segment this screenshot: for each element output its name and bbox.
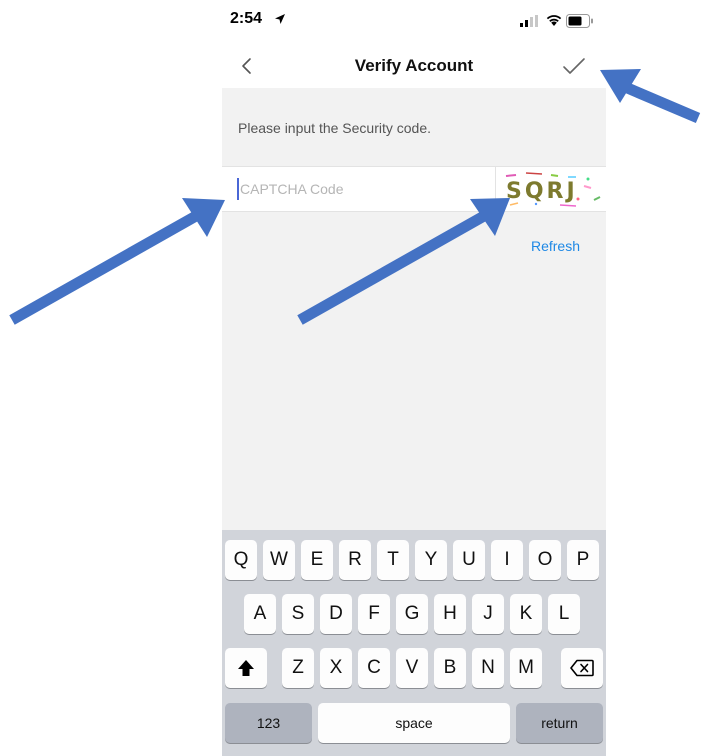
key-b[interactable]: B: [434, 648, 466, 688]
captcha-row: SQRJ: [222, 166, 606, 212]
key-e[interactable]: E: [301, 540, 333, 580]
key-v[interactable]: V: [396, 648, 428, 688]
wifi-icon: [546, 15, 562, 26]
key-l[interactable]: L: [548, 594, 580, 634]
signal-icon: [520, 15, 538, 27]
backspace-icon: [570, 659, 594, 677]
space-key[interactable]: space: [318, 703, 510, 743]
key-w[interactable]: W: [263, 540, 295, 580]
key-p[interactable]: P: [567, 540, 599, 580]
annotation-arrow-confirm: [600, 69, 701, 124]
battery-icon: [566, 14, 593, 28]
key-a[interactable]: A: [244, 594, 276, 634]
key-n[interactable]: N: [472, 648, 504, 688]
annotation-arrow-input: [9, 198, 225, 325]
confirm-button[interactable]: [562, 54, 586, 78]
key-f[interactable]: F: [358, 594, 390, 634]
checkmark-icon: [563, 58, 585, 74]
key-x[interactable]: X: [320, 648, 352, 688]
key-q[interactable]: Q: [225, 540, 257, 580]
phone-screen: 2:54 Verify Account Please input the Sec…: [222, 0, 606, 756]
status-time: 2:54: [230, 10, 263, 27]
key-g[interactable]: G: [396, 594, 428, 634]
key-j[interactable]: J: [472, 594, 504, 634]
delete-key[interactable]: [561, 648, 603, 688]
key-k[interactable]: K: [510, 594, 542, 634]
text-cursor: [237, 178, 239, 200]
key-u[interactable]: U: [453, 540, 485, 580]
key-r[interactable]: R: [339, 540, 371, 580]
key-o[interactable]: O: [529, 540, 561, 580]
captcha-image[interactable]: SQRJ: [495, 167, 606, 211]
page-title: Verify Account: [354, 56, 474, 75]
instruction-text: Please input the Security code.: [238, 120, 432, 136]
return-key[interactable]: return: [516, 703, 603, 743]
captcha-image-text: SQRJ: [506, 179, 578, 204]
key-h[interactable]: H: [434, 594, 466, 634]
key-i[interactable]: I: [491, 540, 523, 580]
shift-key[interactable]: [225, 648, 267, 688]
shift-icon: [238, 660, 254, 676]
key-c[interactable]: C: [358, 648, 390, 688]
key-d[interactable]: D: [320, 594, 352, 634]
numbers-key[interactable]: 123: [225, 703, 312, 743]
key-m[interactable]: M: [510, 648, 542, 688]
key-s[interactable]: S: [282, 594, 314, 634]
captcha-input[interactable]: [236, 167, 498, 211]
content-area: Please input the Security code. S: [222, 88, 606, 530]
keyboard: Q W E R T Y U I O P A S D F G H J K L Z …: [222, 530, 606, 756]
location-arrow-icon: [275, 14, 285, 24]
navigation-bar: Verify Account: [222, 44, 606, 88]
refresh-link[interactable]: Refresh: [531, 238, 580, 254]
key-y[interactable]: Y: [415, 540, 447, 580]
key-t[interactable]: T: [377, 540, 409, 580]
status-bar: 2:54: [222, 0, 606, 44]
captcha-graphic: SQRJ: [505, 172, 601, 207]
key-z[interactable]: Z: [282, 648, 314, 688]
